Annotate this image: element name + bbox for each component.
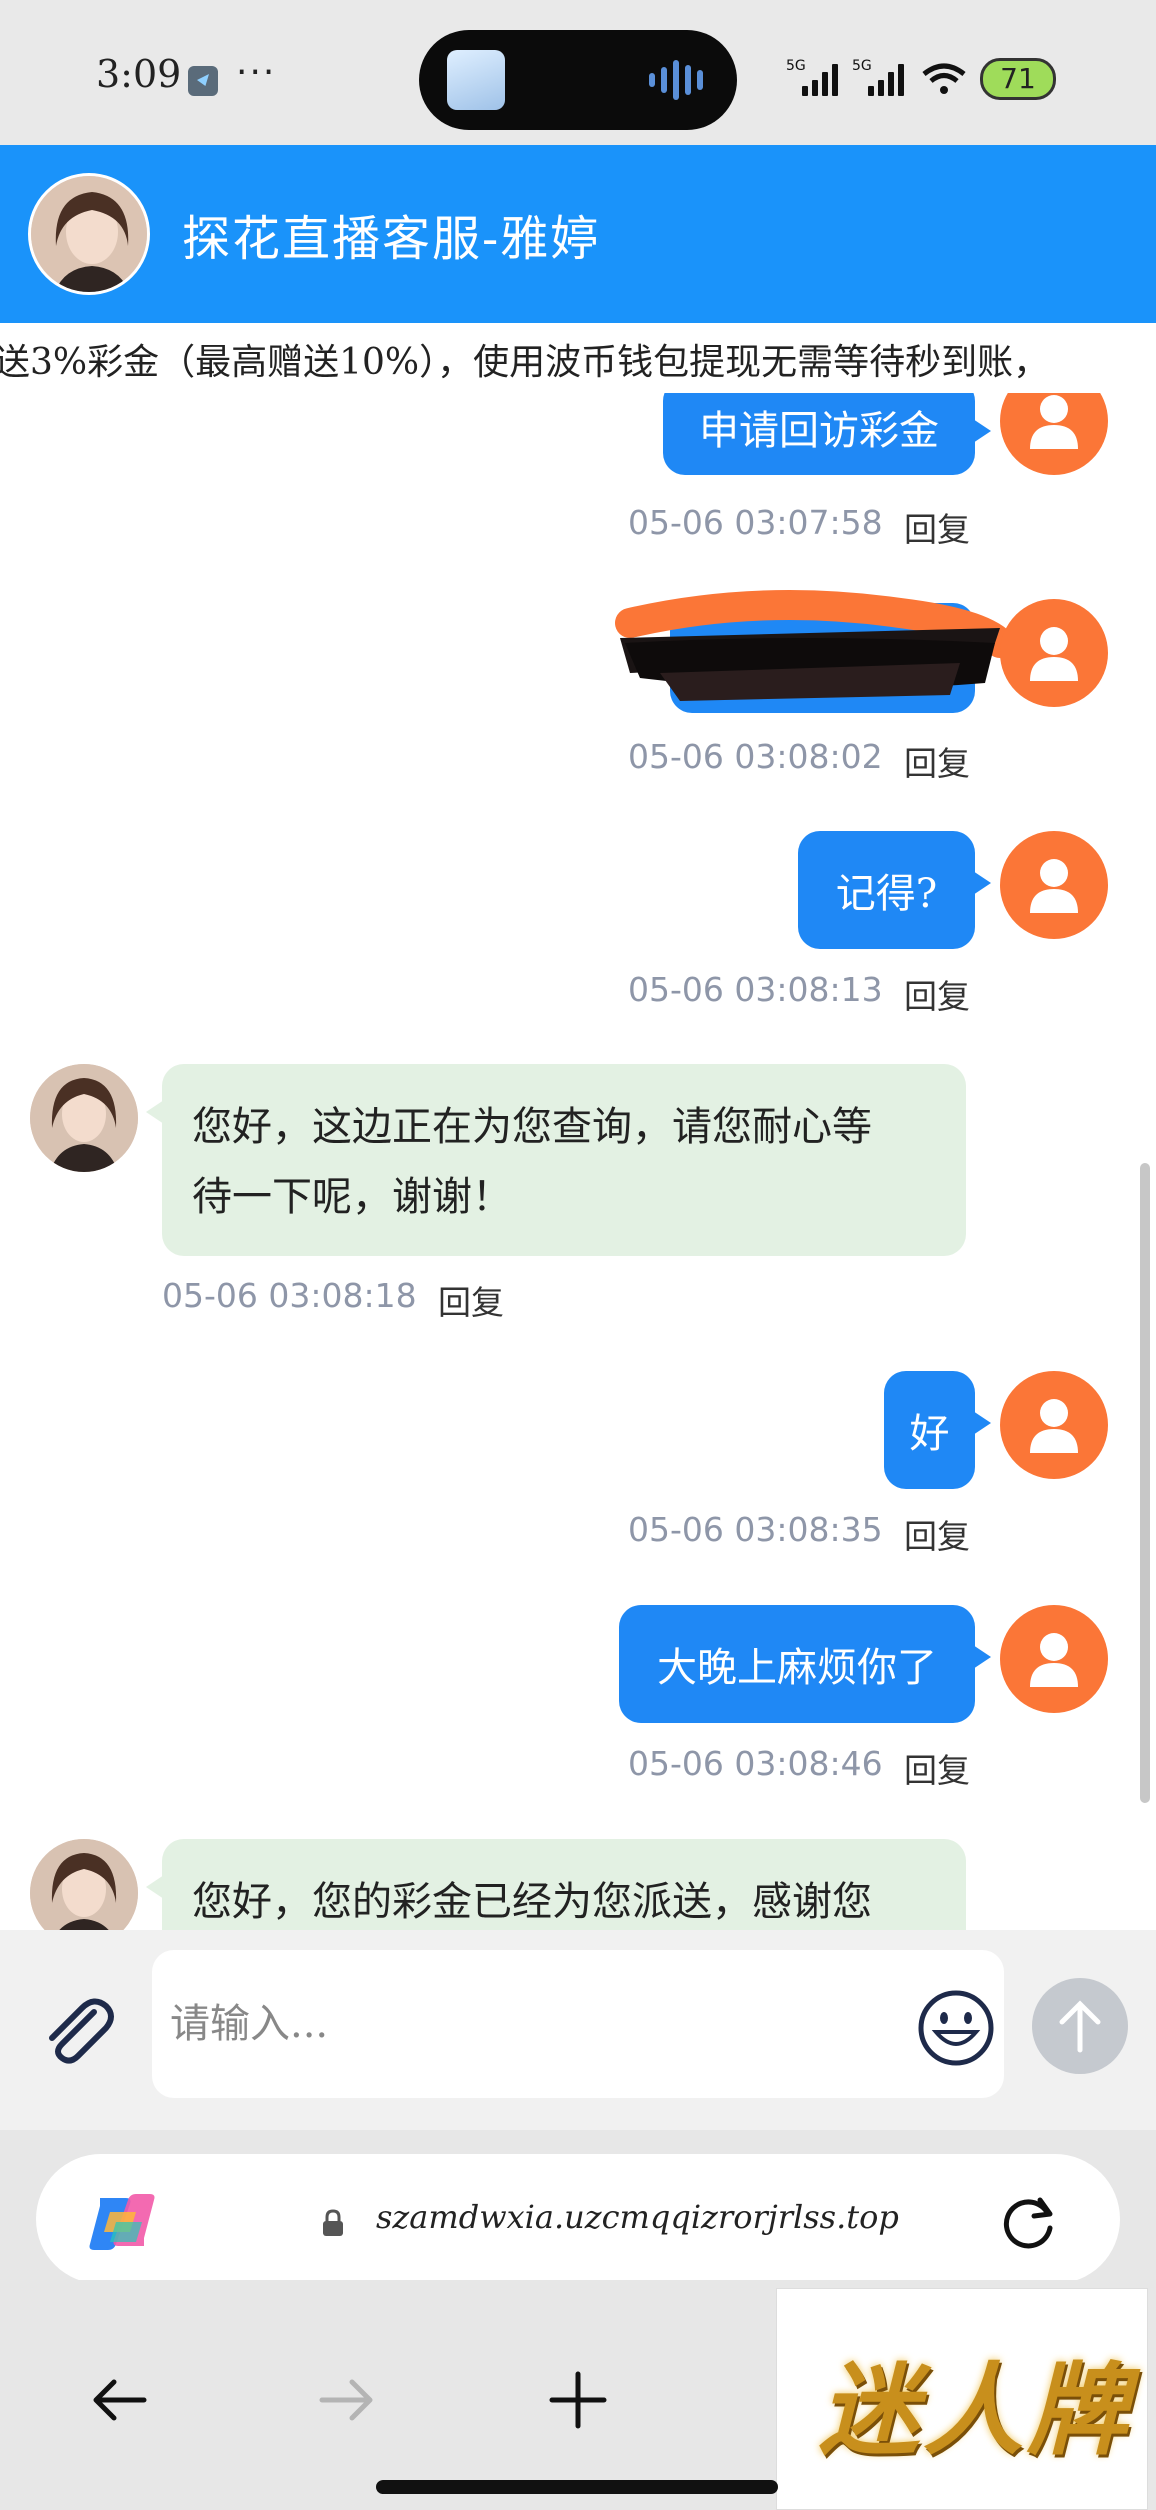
user-avatar-icon (1030, 1399, 1078, 1453)
message-timestamp: 05-06 03:08:13 (628, 970, 883, 1009)
reply-link[interactable]: 回复 (904, 503, 970, 551)
message-timestamp: 05-06 03:08:18 (162, 1276, 417, 1315)
message-bubble[interactable]: 申请回访彩金 (663, 393, 991, 475)
watermark-text: 迷人牌 (819, 2351, 1131, 2469)
message-line: 待一下呢，谢谢！ (192, 1174, 512, 1220)
chat-message-list[interactable]: 申请回访彩金 05-06 03:07:58 回复 05-06 03:08:02 … (0, 393, 1156, 1930)
wifi-icon (922, 63, 966, 94)
message-input-bar (0, 1930, 1156, 2130)
media-thumbnail (447, 50, 505, 110)
user-avatar (1000, 599, 1108, 707)
message-bubble[interactable]: 您好，您的彩金已经为您派送，感谢您 (146, 1839, 966, 1930)
home-indicator[interactable] (376, 2480, 778, 2494)
new-tab-plus-icon[interactable] (538, 2360, 618, 2440)
message-timestamp: 05-06 03:08:46 (628, 1744, 883, 1783)
audio-waveform-icon (649, 58, 703, 102)
message-bubble[interactable]: 记得? (798, 831, 991, 949)
address-field[interactable]: szamdwxia.uzcmqqizrorjrlss.top (36, 2154, 1120, 2284)
dynamic-island[interactable] (419, 30, 737, 130)
message-timestamp: 05-06 03:08:02 (628, 737, 883, 776)
user-avatar-icon (1030, 395, 1078, 449)
browser-bottom-nav: 迷人牌 (0, 2280, 1156, 2510)
telegram-notification-icon (188, 66, 218, 96)
lock-icon (323, 2209, 343, 2236)
redaction-scribble (615, 590, 1015, 701)
message-bubble[interactable]: 大晚上麻烦你了 (619, 1605, 991, 1723)
paperclip-icon[interactable] (36, 1990, 116, 2070)
reply-link[interactable]: 回复 (438, 1276, 504, 1324)
message-bubble[interactable]: 您好，这边正在为您查询，请您耐心等 待一下呢，谢谢！ (146, 1064, 966, 1256)
chat-header: 探花直播客服-雅婷 (0, 145, 1156, 323)
agent-avatar[interactable] (28, 173, 150, 295)
forward-arrow-icon[interactable] (306, 2360, 386, 2440)
user-avatar (1000, 1605, 1108, 1713)
browser-address-bar: szamdwxia.uzcmqqizrorjrlss.top (0, 2130, 1156, 2284)
message-timestamp: 05-06 03:07:58 (628, 503, 883, 542)
message-timestamp: 05-06 03:08:35 (628, 1510, 883, 1549)
back-arrow-icon[interactable] (80, 2360, 160, 2440)
user-avatar-icon (1030, 859, 1078, 913)
send-button[interactable] (1032, 1978, 1128, 2074)
user-avatar-icon (1030, 1633, 1078, 1687)
reload-icon[interactable] (1000, 2192, 1060, 2252)
announcement-marquee: 送3%彩金（最高赠送10%），使用波币钱包提现无需等待秒到账， (0, 323, 1156, 394)
user-avatar-icon (1030, 627, 1078, 681)
announcement-text: 送3%彩金（最高赠送10%），使用波币钱包提现无需等待秒到账， (0, 342, 1050, 383)
copilot-icon[interactable] (86, 2192, 158, 2252)
message-line: 您好，您的彩金已经为您派送，感谢您 (192, 1879, 872, 1925)
scrollbar[interactable] (1140, 1163, 1150, 1803)
agent-avatar (30, 1839, 138, 1930)
reply-link[interactable]: 回复 (904, 1744, 970, 1792)
message-line: 您好，这边正在为您查询，请您耐心等 (192, 1104, 872, 1150)
reply-link[interactable]: 回复 (904, 737, 970, 785)
battery-indicator: 71 (980, 58, 1056, 100)
status-bar: 3:09 ··· 5G 5G 71 (0, 0, 1156, 145)
user-avatar (1000, 393, 1108, 475)
page-title: 探花直播客服-雅婷 (182, 211, 601, 267)
status-time: 3:09 (96, 52, 182, 96)
reply-link[interactable]: 回复 (904, 1510, 970, 1558)
user-avatar (1000, 831, 1108, 939)
user-avatar (1000, 1371, 1108, 1479)
signal-strength-icon (802, 62, 838, 96)
watermark-logo: 迷人牌 (776, 2288, 1148, 2510)
signal-strength-icon-2 (868, 62, 904, 96)
agent-avatar (30, 1064, 138, 1172)
message-bubble[interactable]: 好 (884, 1371, 991, 1489)
url-text[interactable]: szamdwxia.uzcmqqizrorjrlss.top (376, 2198, 899, 2236)
message-input[interactable] (152, 1950, 1004, 2098)
more-notifications-icon: ··· (236, 52, 277, 93)
arrow-up-icon (1059, 2000, 1101, 2053)
reply-link[interactable]: 回复 (904, 970, 970, 1018)
emoji-icon[interactable] (916, 1988, 996, 2068)
